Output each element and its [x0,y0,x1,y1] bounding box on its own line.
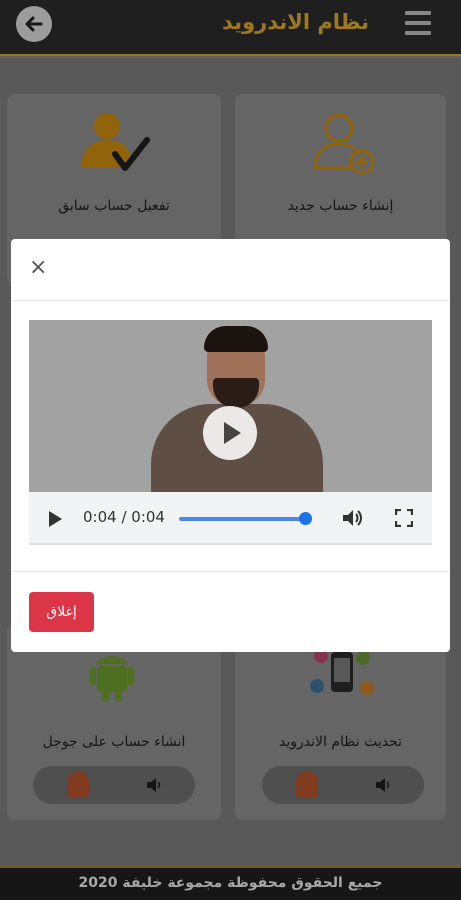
play-icon[interactable] [49,511,62,527]
presenter-hair [204,326,268,352]
volume-icon[interactable] [341,507,363,529]
video-player[interactable]: 0:04 / 0:04 [29,320,432,545]
modal-divider [11,571,450,572]
close-icon[interactable]: × [29,257,47,279]
video-frame [29,320,432,504]
video-controls: 0:04 / 0:04 [29,492,432,545]
video-modal: × 0:04 / 0:04 إغلاق [11,239,450,652]
close-button[interactable]: إغلاق [29,592,94,632]
big-play-icon[interactable] [203,406,257,460]
modal-header: × [11,239,450,301]
fullscreen-icon[interactable] [395,509,413,527]
seek-handle[interactable] [299,512,312,525]
video-time: 0:04 / 0:04 [83,508,165,526]
seek-bar[interactable] [179,517,305,521]
